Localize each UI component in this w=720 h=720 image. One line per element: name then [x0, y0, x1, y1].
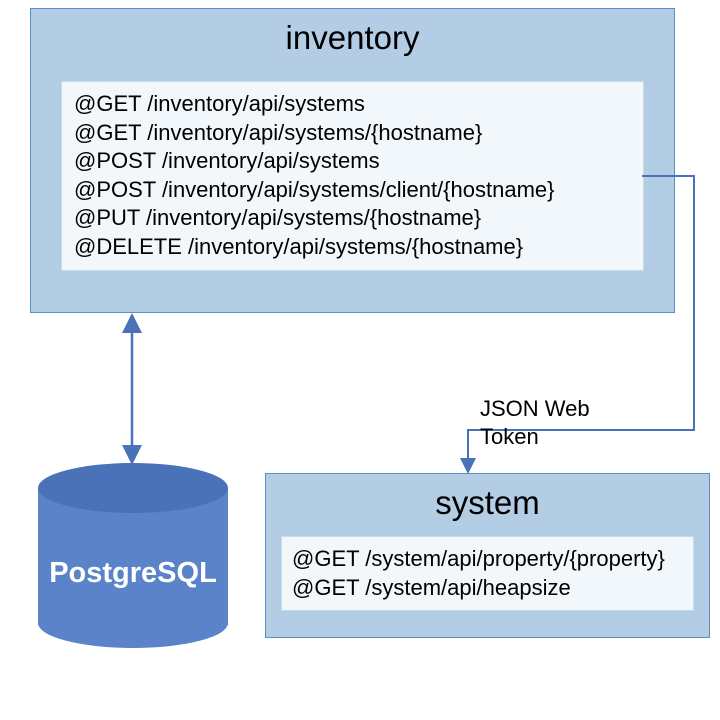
- jwt-label-line2: Token: [480, 423, 590, 451]
- system-title: system: [266, 474, 709, 526]
- endpoint-row: @DELETE /inventory/api/systems/{hostname…: [74, 233, 631, 262]
- endpoint-row: @GET /inventory/api/systems: [74, 90, 631, 119]
- endpoint-row: @POST /inventory/api/systems/client/{hos…: [74, 176, 631, 205]
- database-bottom-ellipse: [38, 598, 228, 648]
- endpoint-row: @GET /system/api/property/{property}: [292, 545, 683, 574]
- jwt-label-line1: JSON Web: [480, 395, 590, 423]
- database-label: PostgreSQL: [38, 557, 228, 590]
- database-cylinder: PostgreSQL: [38, 463, 228, 648]
- endpoint-row: @GET /system/api/heapsize: [292, 574, 683, 603]
- endpoint-row: @POST /inventory/api/systems: [74, 147, 631, 176]
- database-top-ellipse: [38, 463, 228, 513]
- jwt-connector-label: JSON Web Token: [480, 395, 590, 450]
- inventory-endpoints-panel: @GET /inventory/api/systems @GET /invent…: [61, 81, 644, 271]
- diagram-container: inventory @GET /inventory/api/systems @G…: [0, 0, 720, 720]
- system-service-box: system @GET /system/api/property/{proper…: [265, 473, 710, 638]
- endpoint-row: @PUT /inventory/api/systems/{hostname}: [74, 204, 631, 233]
- system-endpoints-panel: @GET /system/api/property/{property} @GE…: [281, 536, 694, 611]
- inventory-title: inventory: [31, 9, 674, 61]
- inventory-service-box: inventory @GET /inventory/api/systems @G…: [30, 8, 675, 313]
- endpoint-row: @GET /inventory/api/systems/{hostname}: [74, 119, 631, 148]
